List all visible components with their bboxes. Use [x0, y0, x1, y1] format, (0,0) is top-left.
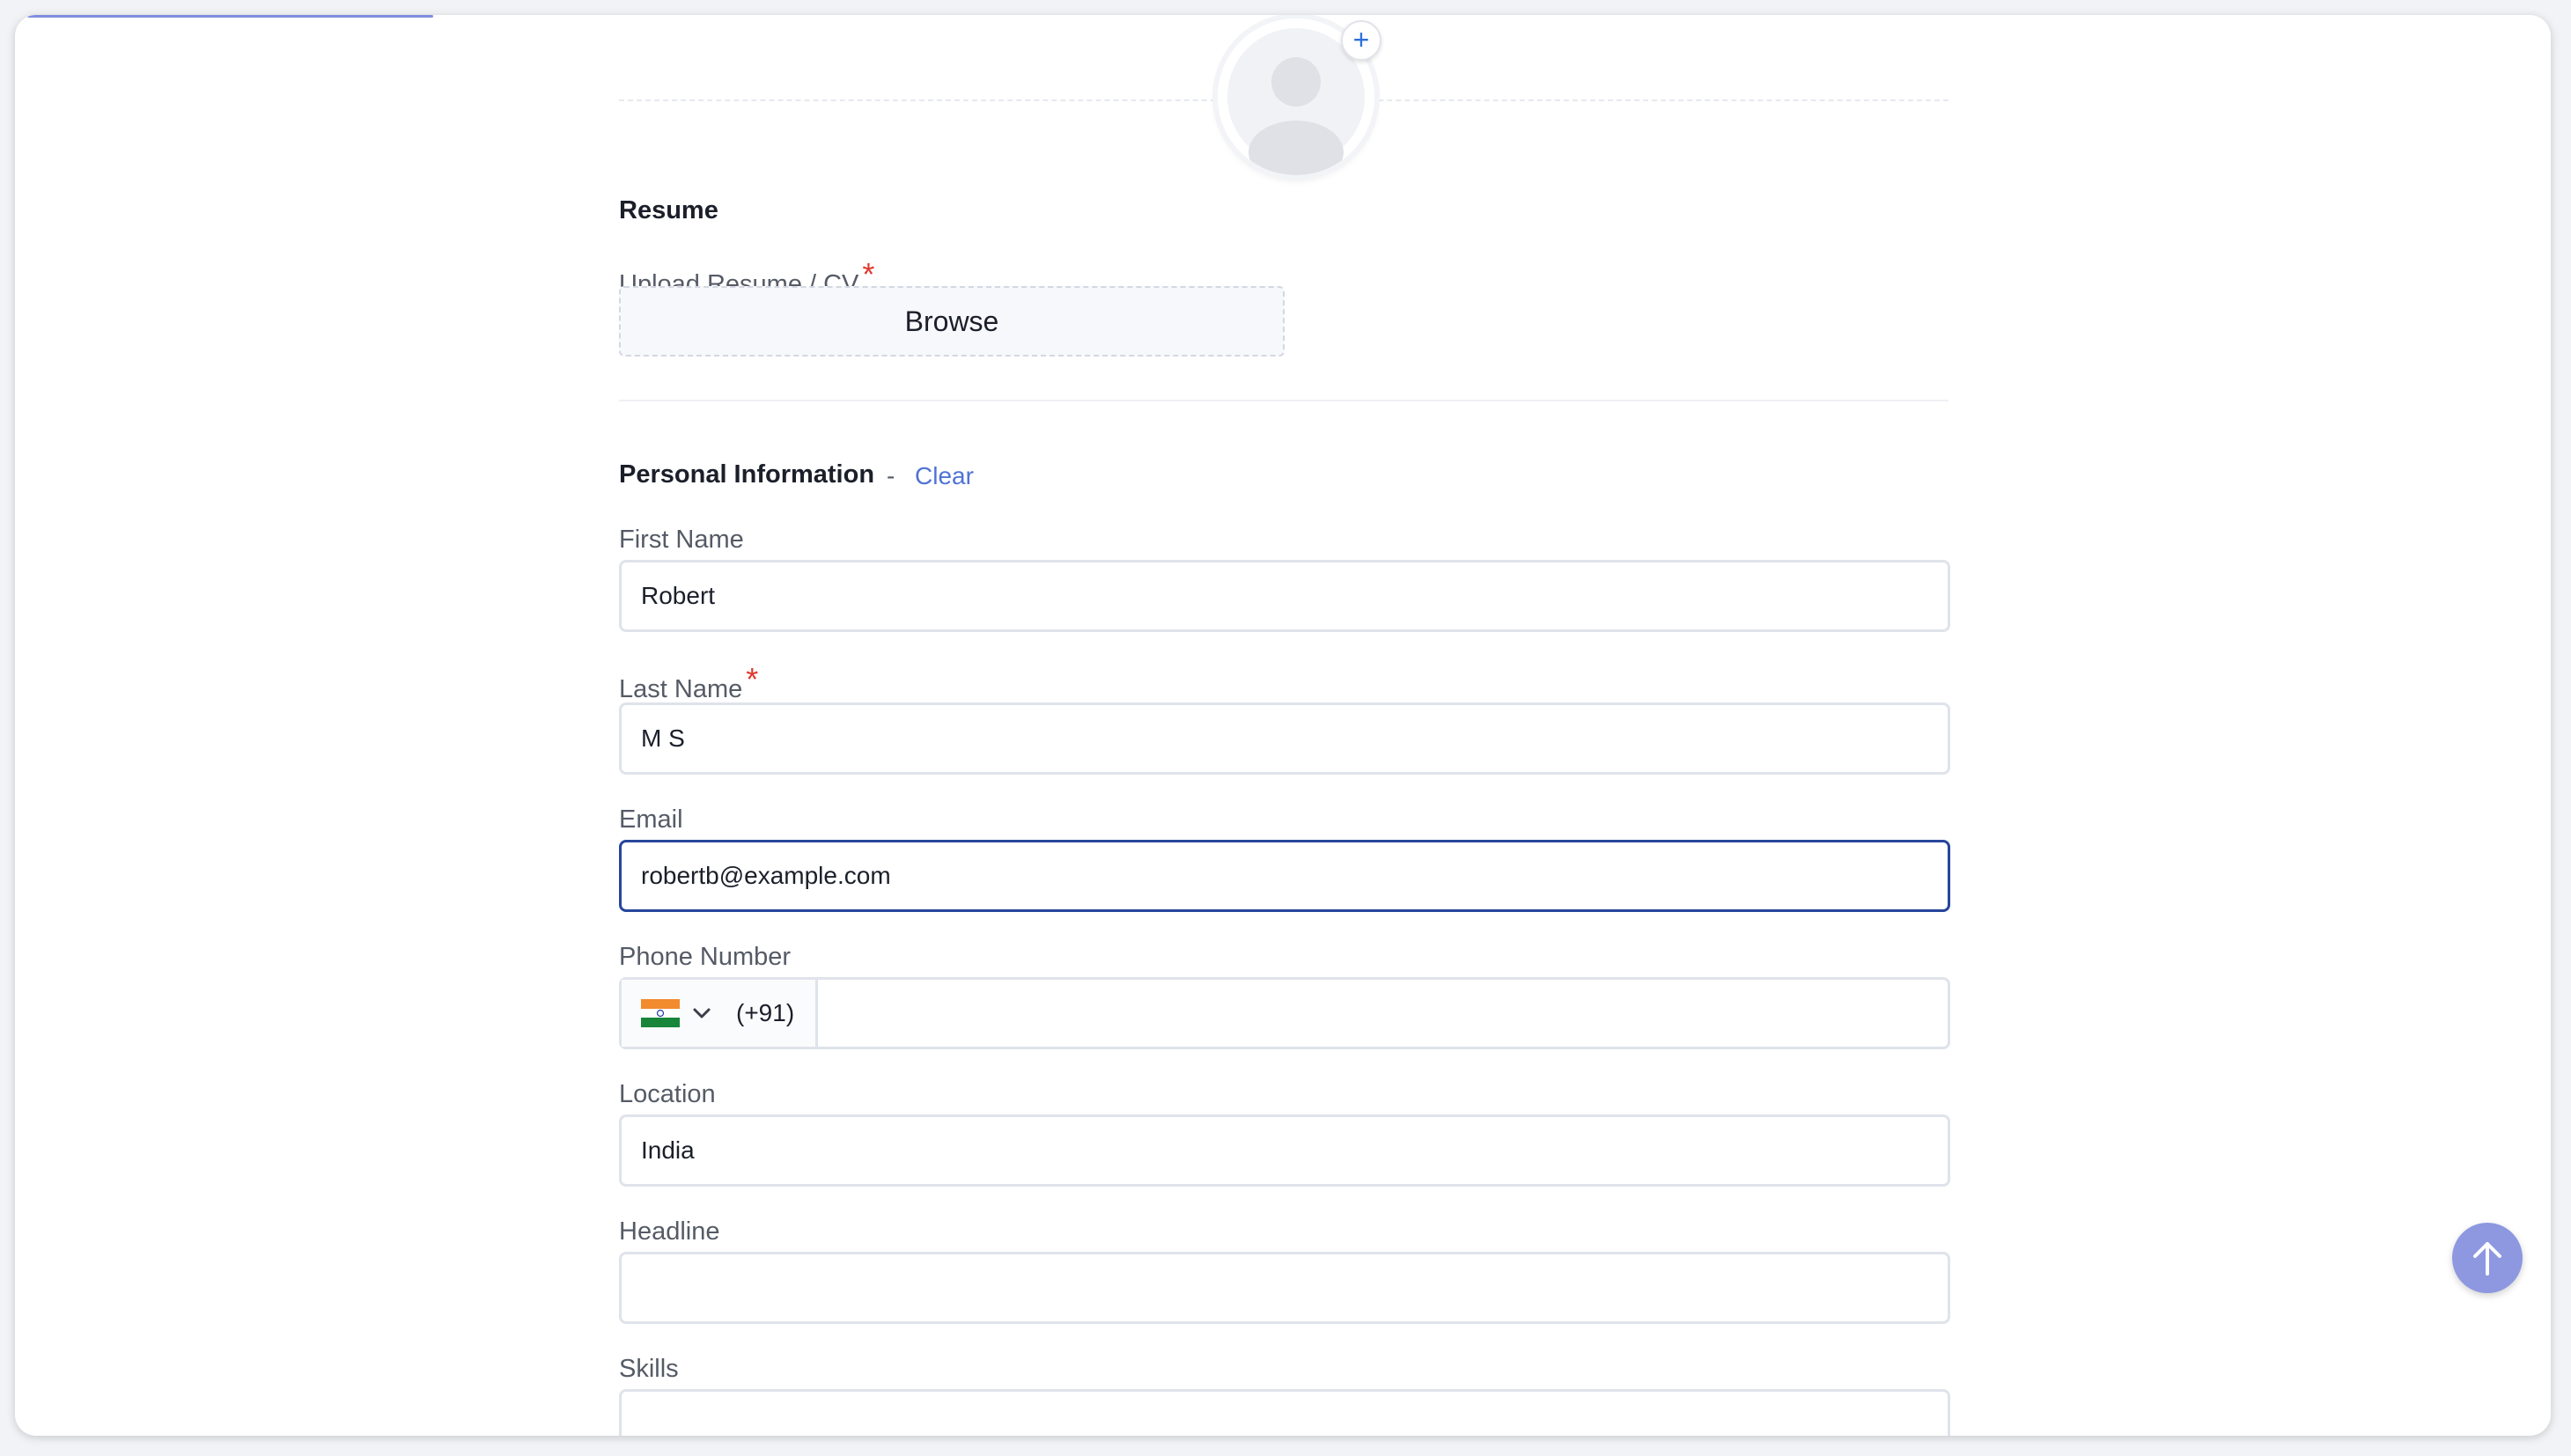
skills-label: Skills	[619, 1355, 679, 1383]
location-label: Location	[619, 1080, 716, 1108]
country-code-selector[interactable]: (+91)	[622, 980, 818, 1047]
upload-progress-track	[15, 15, 2551, 18]
section-divider	[619, 400, 1949, 401]
first-name-label: First Name	[619, 526, 744, 554]
email-value: robertb@example.com	[641, 862, 891, 889]
india-flag-icon	[641, 999, 680, 1027]
required-asterisk: *	[746, 661, 759, 697]
dial-code: (+91)	[736, 999, 795, 1026]
scroll-to-top-button[interactable]	[2452, 1223, 2523, 1293]
first-name-input[interactable]: Robert	[619, 560, 1950, 632]
first-name-value: Robert	[641, 582, 716, 609]
chevron-down-icon	[693, 1008, 711, 1018]
email-label: Email	[619, 805, 683, 834]
clear-personal-info-link[interactable]: Clear	[915, 462, 974, 490]
location-input[interactable]: India	[619, 1114, 1950, 1187]
upload-progress-fill	[27, 15, 433, 18]
title-separator: -	[887, 462, 895, 489]
skills-input[interactable]	[619, 1389, 1950, 1436]
add-photo-plus-icon[interactable]: +	[1341, 20, 1381, 61]
browse-resume-button[interactable]: Browse	[619, 286, 1285, 357]
phone-number-input[interactable]: (+91)	[619, 977, 1950, 1049]
phone-number-label: Phone Number	[619, 943, 792, 971]
location-value: India	[641, 1136, 695, 1164]
headline-label: Headline	[619, 1217, 720, 1246]
application-form-window: + Resume Upload Resume / CV * Browse Pers…	[15, 15, 2551, 1436]
last-name-value: M S	[641, 724, 685, 752]
last-name-input[interactable]: M S	[619, 702, 1950, 775]
last-name-label: Last Name *	[619, 661, 758, 705]
email-input[interactable]: robertb@example.com	[619, 840, 1950, 912]
resume-section-title: Resume	[619, 196, 718, 224]
personal-info-title: Personal Information	[619, 460, 875, 489]
last-name-label-text: Last Name	[619, 675, 743, 703]
arrow-up-icon	[2473, 1242, 2501, 1276]
headline-input[interactable]	[619, 1252, 1950, 1324]
